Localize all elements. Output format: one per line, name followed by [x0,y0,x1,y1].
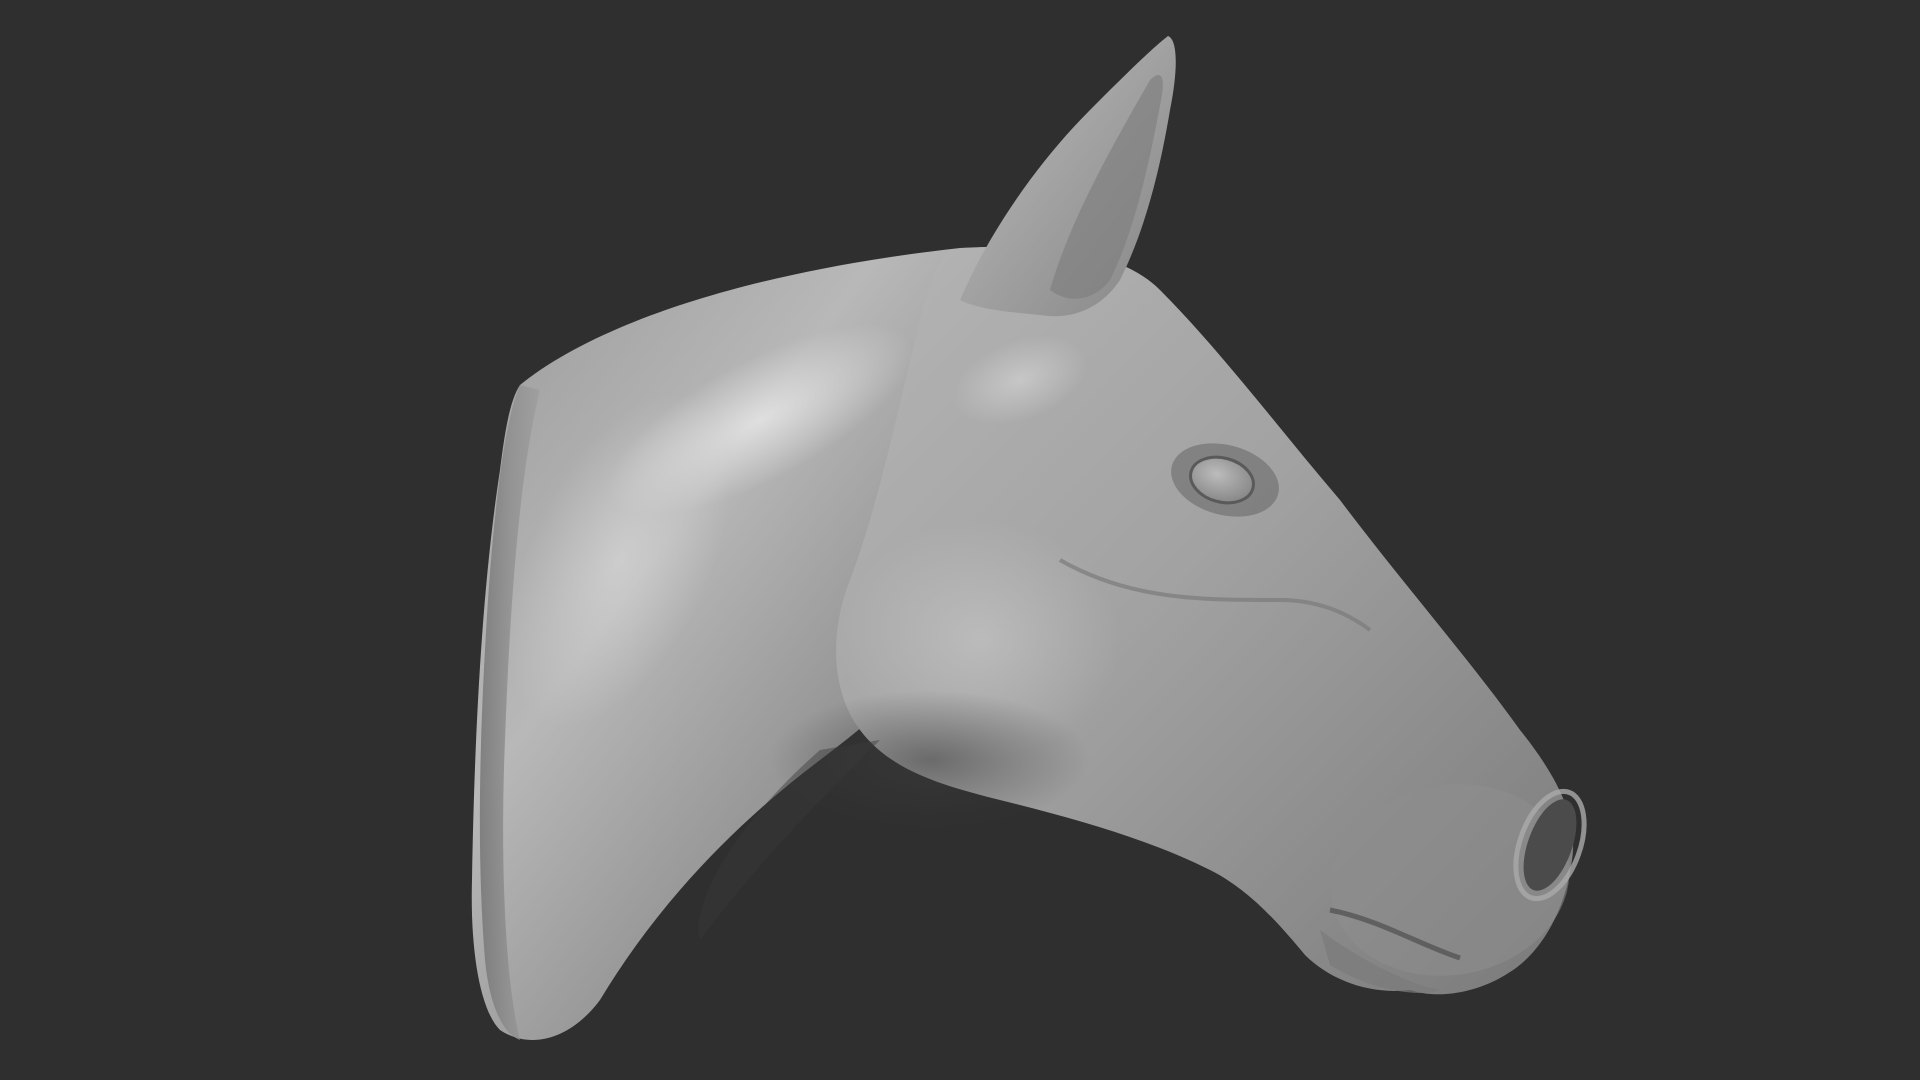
horse-head-sculpt [471,36,1587,1040]
sculpt-viewport[interactable] [0,0,1920,1080]
